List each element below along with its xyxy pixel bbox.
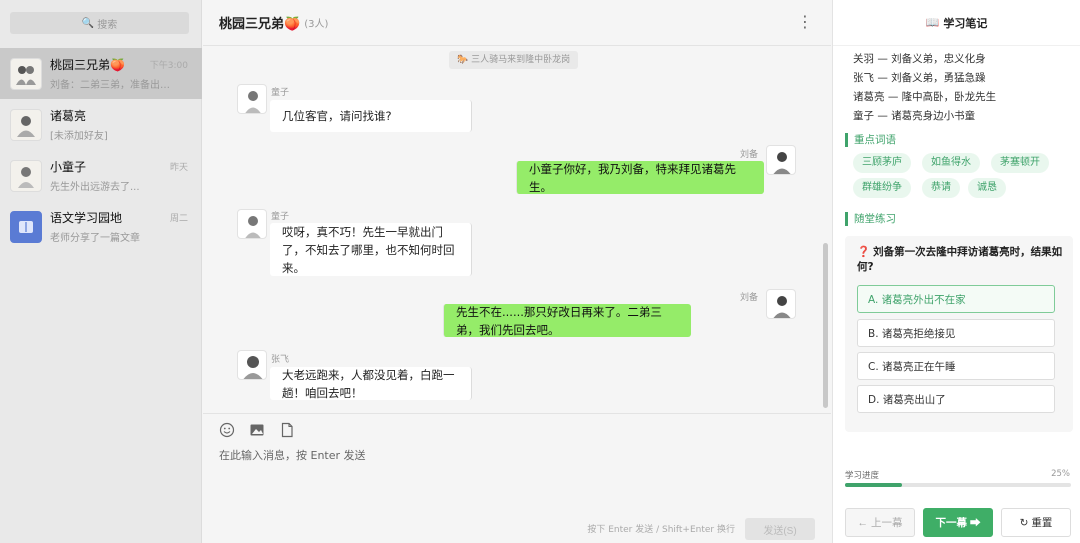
contact-preview: [未添加好友] (50, 131, 108, 142)
character-line: 张飞 — 刘备义弟，勇猛急躁 (853, 72, 986, 84)
more-options-icon[interactable]: ⋮ (797, 14, 813, 30)
notes-panel: 📖 学习笔记 关羽 — 刘备义弟，忠义化身 张飞 — 刘备义弟，勇猛急躁 诸葛亮… (832, 0, 1080, 543)
question-mark-icon: ❓ (857, 246, 871, 258)
vocab-tag[interactable]: 三顾茅庐 (853, 153, 911, 173)
message-line: 哎呀，真不巧！先生一早就出门了，不知去了哪里，也不知何时回 (282, 224, 455, 257)
contact-time: 周二 (169, 214, 188, 224)
contact-sidebar: 🔍 搜索 桃园三兄弟🍑 刘备：二弟三弟，准备出发！ 下午3:00 诸葛亮 [未添… (0, 0, 202, 543)
contact-preview: 刘备：二弟三弟，准备出发！ (50, 80, 170, 91)
contact-name: 诸葛亮 (50, 109, 87, 123)
practice-heading: 随堂练习 (845, 212, 896, 226)
question-text: 刘备第一次去隆中拜访诸葛亮时，结果如何? (857, 246, 1063, 273)
character-line: 关羽 — 刘备义弟，忠义化身 (853, 53, 986, 65)
chat-title: 桃园三兄弟🍑 (219, 17, 301, 32)
avatar (10, 57, 42, 90)
character-list: 关羽 — 刘备义弟，忠义化身 张飞 — 刘备义弟，勇猛急躁 诸葛亮 — 隆中高卧… (853, 50, 996, 126)
vocab-tag[interactable]: 群雄纷争 (853, 178, 911, 198)
contact-name: 小童子 (50, 160, 87, 174)
sender-name: 童子 (271, 88, 290, 98)
emoji-icon[interactable] (219, 422, 235, 438)
message-bubble: 小童子你好，我乃刘备，特来拜见诸葛先生。 (516, 161, 764, 194)
message-bubble: 先生不在......那只好改日再来了。二弟三弟，我们先回去吧。 (443, 304, 691, 337)
contact-preview: 老师分享了一篇文章 (50, 233, 140, 244)
sender-name: 刘备 (740, 293, 759, 303)
chat-header: 桃园三兄弟🍑 (3人) ⋮ (203, 0, 831, 46)
contact-item-taoyuan[interactable]: 桃园三兄弟🍑 刘备：二弟三弟，准备出发！ 下午3:00 (0, 48, 202, 99)
system-message: 🐎 三人骑马来到隆中卧龙岗 (449, 51, 579, 69)
avatar (10, 159, 42, 192)
image-icon[interactable] (249, 422, 265, 438)
notes-header: 📖 学习笔记 (833, 0, 1080, 46)
avatar-tongzi[interactable] (237, 84, 267, 114)
chat-panel: 桃园三兄弟🍑 (3人) ⋮ 🐎 三人骑马来到隆中卧龙岗 童子 几位客官，请问找谁… (203, 0, 831, 543)
quiz-option-c[interactable]: C. 诸葛亮正在午睡 (857, 352, 1055, 380)
sender-name: 童子 (271, 212, 290, 222)
scrollbar[interactable] (823, 243, 828, 408)
quiz-card: ❓ 刘备第一次去隆中拜访诸葛亮时，结果如何? A. 诸葛亮外出不在家 B. 诸葛亮… (845, 236, 1073, 432)
message-bubble: 哎呀，真不巧！先生一早就出门了，不知去了哪里，也不知何时回 来。 (270, 223, 472, 276)
vocab-tag[interactable]: 茅塞顿开 (991, 153, 1049, 173)
message-composer: 在此输入消息，按 Enter 发送 按下 Enter 发送 / Shift+En… (203, 413, 831, 543)
message-line: 来。 (282, 260, 305, 275)
send-hint: 按下 Enter 发送 / Shift+Enter 换行 (587, 525, 735, 535)
next-scene-button[interactable]: 下一幕 ➡ (923, 508, 993, 537)
message-bubble: 几位客官，请问找谁? (270, 100, 472, 132)
contact-time: 下午3:00 (149, 61, 188, 71)
member-count: (3人) (304, 19, 329, 30)
send-button[interactable]: 发送(S) (745, 518, 815, 540)
message-list: 🐎 三人骑马来到隆中卧龙岗 童子 几位客官，请问找谁? 刘备 小童子你好，我乃刘… (203, 47, 831, 413)
file-icon[interactable] (279, 422, 295, 438)
contact-preview: 先生外出远游去了... (50, 182, 140, 193)
message-input[interactable]: 在此输入消息，按 Enter 发送 (219, 447, 366, 463)
vocab-tag[interactable]: 如鱼得水 (922, 153, 980, 173)
message-bubble: 大老远跑来，人都没见着，白跑一趟！咱回去吧！ (270, 367, 472, 400)
book-icon: 📖 (925, 16, 940, 29)
quiz-option-a[interactable]: A. 诸葛亮外出不在家 (857, 285, 1055, 313)
search-placeholder: 搜索 (97, 19, 118, 31)
progress-bar (845, 483, 1071, 487)
contact-time: 昨天 (169, 163, 188, 173)
sender-name: 刘备 (740, 150, 759, 160)
vocab-tag[interactable]: 恭请 (922, 178, 960, 198)
search-input[interactable]: 🔍 搜索 (10, 12, 189, 34)
vocab-heading: 重点词语 (845, 133, 896, 147)
sender-name: 张飞 (271, 355, 290, 365)
avatar (10, 108, 42, 141)
progress-percent: 25% (1051, 469, 1070, 479)
avatar (10, 210, 42, 243)
search-icon: 🔍 (81, 17, 95, 29)
progress-fill (845, 483, 902, 487)
contact-item-zhuge[interactable]: 诸葛亮 [未添加好友] (0, 99, 202, 150)
quiz-option-d[interactable]: D. 诸葛亮出山了 (857, 385, 1055, 413)
quiz-option-b[interactable]: B. 诸葛亮拒绝接见 (857, 319, 1055, 347)
progress-label: 学习进度 (845, 471, 880, 481)
contact-list: 桃园三兄弟🍑 刘备：二弟三弟，准备出发！ 下午3:00 诸葛亮 [未添加好友] … (0, 48, 202, 252)
notes-title: 学习笔记 (943, 16, 988, 30)
avatar-liubei[interactable] (766, 289, 796, 319)
quiz-question: ❓ 刘备第一次去隆中拜访诸葛亮时，结果如何? (857, 245, 1067, 275)
avatar-tongzi[interactable] (237, 209, 267, 239)
prev-scene-button[interactable]: ← 上一幕 (845, 508, 915, 537)
contact-item-tongzi[interactable]: 小童子 先生外出远游去了... 昨天 (0, 150, 202, 201)
character-line: 童子 — 诸葛亮身边小书童 (853, 110, 976, 122)
character-line: 诸葛亮 — 隆中高卧，卧龙先生 (853, 91, 997, 103)
avatar-liubei[interactable] (766, 145, 796, 175)
reset-button[interactable]: ↻ 重置 (1001, 508, 1071, 537)
vocab-tag[interactable]: 诚恳 (968, 178, 1006, 198)
avatar-zhangfei[interactable] (237, 350, 267, 380)
contact-name: 语文学习园地 (50, 211, 123, 225)
contact-item-yuwen[interactable]: 语文学习园地 老师分享了一篇文章 周二 (0, 201, 202, 252)
